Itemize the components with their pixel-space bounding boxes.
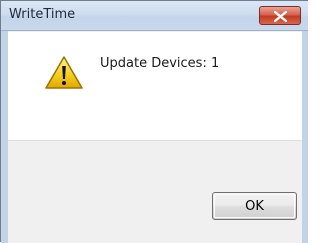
close-icon [274,11,287,22]
title-bar[interactable]: WriteTime [1,1,308,31]
message-dialog: WriteTime Update Devices: 1 OK [0,0,308,243]
window-title: WriteTime [9,7,76,22]
message-text: Update Devices: 1 [100,56,220,71]
ok-button[interactable]: OK [212,192,297,220]
ok-button-label: OK [245,198,264,214]
window-frame-left [1,31,8,243]
warning-icon [45,56,83,89]
window-frame-right [302,31,308,243]
close-button[interactable] [259,6,301,25]
